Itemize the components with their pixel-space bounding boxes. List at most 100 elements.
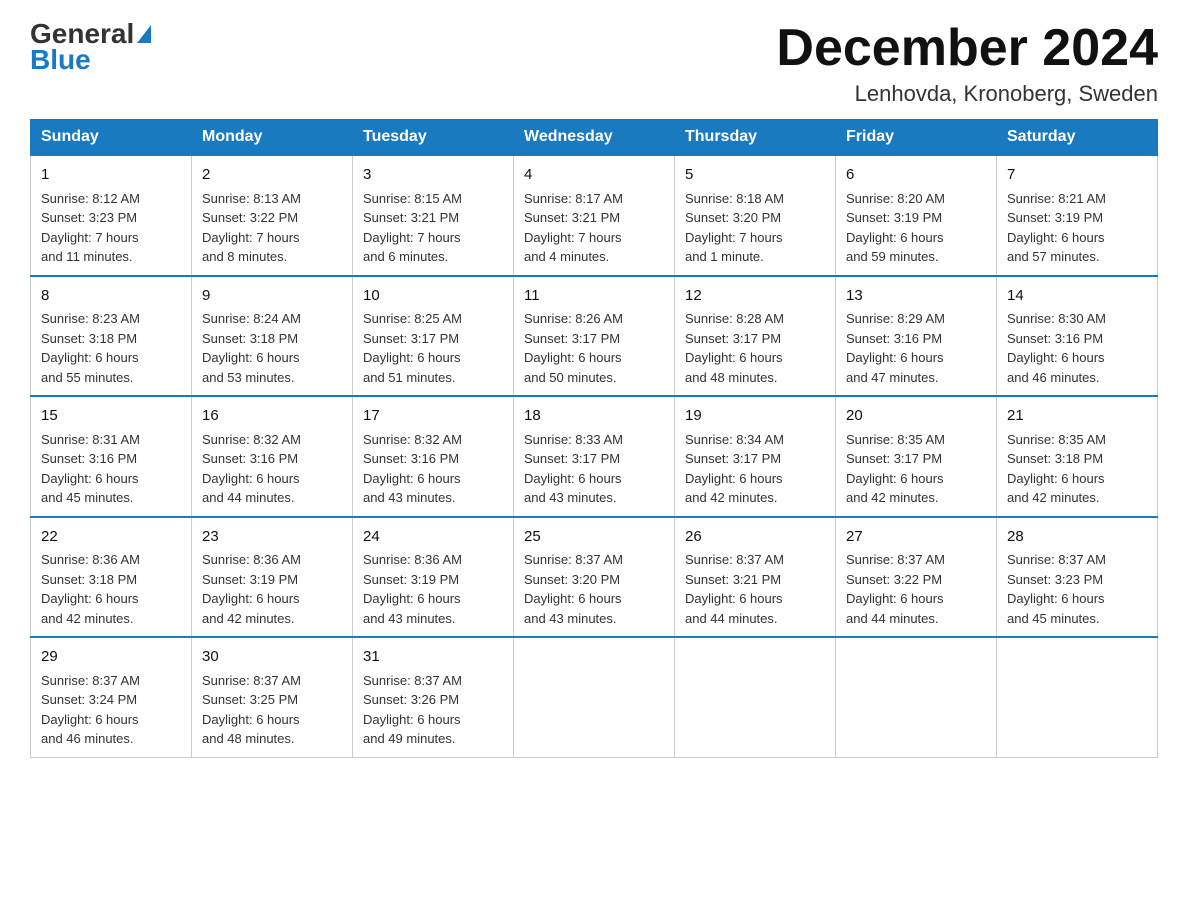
day-number: 2 (202, 164, 342, 187)
day-cell: 16 Sunrise: 8:32 AMSunset: 3:16 PMDaylig… (192, 396, 353, 517)
day-info: Sunrise: 8:33 AMSunset: 3:17 PMDaylight:… (524, 430, 664, 508)
day-number: 29 (41, 646, 181, 669)
day-info: Sunrise: 8:12 AMSunset: 3:23 PMDaylight:… (41, 189, 181, 267)
day-info: Sunrise: 8:32 AMSunset: 3:16 PMDaylight:… (363, 430, 503, 508)
day-cell: 14 Sunrise: 8:30 AMSunset: 3:16 PMDaylig… (997, 276, 1158, 397)
day-cell: 5 Sunrise: 8:18 AMSunset: 3:20 PMDayligh… (675, 155, 836, 276)
day-number: 26 (685, 526, 825, 549)
day-number: 22 (41, 526, 181, 549)
day-cell: 20 Sunrise: 8:35 AMSunset: 3:17 PMDaylig… (836, 396, 997, 517)
day-info: Sunrise: 8:28 AMSunset: 3:17 PMDaylight:… (685, 309, 825, 387)
day-info: Sunrise: 8:24 AMSunset: 3:18 PMDaylight:… (202, 309, 342, 387)
title-section: December 2024 Lenhovda, Kronoberg, Swede… (776, 20, 1158, 107)
header-thursday: Thursday (675, 120, 836, 156)
day-info: Sunrise: 8:15 AMSunset: 3:21 PMDaylight:… (363, 189, 503, 267)
day-number: 13 (846, 285, 986, 308)
day-cell: 27 Sunrise: 8:37 AMSunset: 3:22 PMDaylig… (836, 517, 997, 638)
day-number: 20 (846, 405, 986, 428)
day-info: Sunrise: 8:37 AMSunset: 3:26 PMDaylight:… (363, 671, 503, 749)
day-number: 16 (202, 405, 342, 428)
day-number: 4 (524, 164, 664, 187)
week-row-1: 1 Sunrise: 8:12 AMSunset: 3:23 PMDayligh… (31, 155, 1158, 276)
day-cell: 12 Sunrise: 8:28 AMSunset: 3:17 PMDaylig… (675, 276, 836, 397)
day-info: Sunrise: 8:36 AMSunset: 3:19 PMDaylight:… (202, 550, 342, 628)
day-info: Sunrise: 8:31 AMSunset: 3:16 PMDaylight:… (41, 430, 181, 508)
day-number: 28 (1007, 526, 1147, 549)
header-sunday: Sunday (31, 120, 192, 156)
day-number: 24 (363, 526, 503, 549)
week-row-4: 22 Sunrise: 8:36 AMSunset: 3:18 PMDaylig… (31, 517, 1158, 638)
day-cell: 1 Sunrise: 8:12 AMSunset: 3:23 PMDayligh… (31, 155, 192, 276)
day-cell: 11 Sunrise: 8:26 AMSunset: 3:17 PMDaylig… (514, 276, 675, 397)
day-number: 7 (1007, 164, 1147, 187)
day-cell: 26 Sunrise: 8:37 AMSunset: 3:21 PMDaylig… (675, 517, 836, 638)
day-info: Sunrise: 8:29 AMSunset: 3:16 PMDaylight:… (846, 309, 986, 387)
week-row-5: 29 Sunrise: 8:37 AMSunset: 3:24 PMDaylig… (31, 637, 1158, 757)
day-cell: 22 Sunrise: 8:36 AMSunset: 3:18 PMDaylig… (31, 517, 192, 638)
day-cell: 15 Sunrise: 8:31 AMSunset: 3:16 PMDaylig… (31, 396, 192, 517)
day-info: Sunrise: 8:37 AMSunset: 3:22 PMDaylight:… (846, 550, 986, 628)
day-cell: 25 Sunrise: 8:37 AMSunset: 3:20 PMDaylig… (514, 517, 675, 638)
day-info: Sunrise: 8:30 AMSunset: 3:16 PMDaylight:… (1007, 309, 1147, 387)
day-cell: 9 Sunrise: 8:24 AMSunset: 3:18 PMDayligh… (192, 276, 353, 397)
day-info: Sunrise: 8:37 AMSunset: 3:23 PMDaylight:… (1007, 550, 1147, 628)
day-number: 10 (363, 285, 503, 308)
day-info: Sunrise: 8:36 AMSunset: 3:19 PMDaylight:… (363, 550, 503, 628)
day-number: 23 (202, 526, 342, 549)
day-cell: 23 Sunrise: 8:36 AMSunset: 3:19 PMDaylig… (192, 517, 353, 638)
day-number: 3 (363, 164, 503, 187)
day-cell: 3 Sunrise: 8:15 AMSunset: 3:21 PMDayligh… (353, 155, 514, 276)
day-number: 15 (41, 405, 181, 428)
day-info: Sunrise: 8:32 AMSunset: 3:16 PMDaylight:… (202, 430, 342, 508)
day-cell: 8 Sunrise: 8:23 AMSunset: 3:18 PMDayligh… (31, 276, 192, 397)
day-info: Sunrise: 8:25 AMSunset: 3:17 PMDaylight:… (363, 309, 503, 387)
day-number: 8 (41, 285, 181, 308)
day-number: 9 (202, 285, 342, 308)
day-cell (997, 637, 1158, 757)
day-cell: 7 Sunrise: 8:21 AMSunset: 3:19 PMDayligh… (997, 155, 1158, 276)
day-info: Sunrise: 8:35 AMSunset: 3:17 PMDaylight:… (846, 430, 986, 508)
day-info: Sunrise: 8:34 AMSunset: 3:17 PMDaylight:… (685, 430, 825, 508)
day-cell: 19 Sunrise: 8:34 AMSunset: 3:17 PMDaylig… (675, 396, 836, 517)
logo-blue: Blue (30, 46, 91, 74)
calendar-table: Sunday Monday Tuesday Wednesday Thursday… (30, 119, 1158, 758)
week-row-2: 8 Sunrise: 8:23 AMSunset: 3:18 PMDayligh… (31, 276, 1158, 397)
header-row: Sunday Monday Tuesday Wednesday Thursday… (31, 120, 1158, 156)
logo-triangle-icon (137, 25, 151, 43)
page-header: General Blue December 2024 Lenhovda, Kro… (30, 20, 1158, 107)
day-cell: 31 Sunrise: 8:37 AMSunset: 3:26 PMDaylig… (353, 637, 514, 757)
day-cell: 29 Sunrise: 8:37 AMSunset: 3:24 PMDaylig… (31, 637, 192, 757)
day-cell: 30 Sunrise: 8:37 AMSunset: 3:25 PMDaylig… (192, 637, 353, 757)
day-cell (836, 637, 997, 757)
day-info: Sunrise: 8:36 AMSunset: 3:18 PMDaylight:… (41, 550, 181, 628)
day-cell: 6 Sunrise: 8:20 AMSunset: 3:19 PMDayligh… (836, 155, 997, 276)
day-info: Sunrise: 8:37 AMSunset: 3:20 PMDaylight:… (524, 550, 664, 628)
day-cell: 28 Sunrise: 8:37 AMSunset: 3:23 PMDaylig… (997, 517, 1158, 638)
calendar-header: Sunday Monday Tuesday Wednesday Thursday… (31, 120, 1158, 156)
header-friday: Friday (836, 120, 997, 156)
day-number: 14 (1007, 285, 1147, 308)
day-cell: 17 Sunrise: 8:32 AMSunset: 3:16 PMDaylig… (353, 396, 514, 517)
day-info: Sunrise: 8:37 AMSunset: 3:25 PMDaylight:… (202, 671, 342, 749)
day-cell: 10 Sunrise: 8:25 AMSunset: 3:17 PMDaylig… (353, 276, 514, 397)
header-tuesday: Tuesday (353, 120, 514, 156)
day-info: Sunrise: 8:21 AMSunset: 3:19 PMDaylight:… (1007, 189, 1147, 267)
day-number: 5 (685, 164, 825, 187)
day-number: 6 (846, 164, 986, 187)
day-number: 21 (1007, 405, 1147, 428)
day-number: 18 (524, 405, 664, 428)
day-number: 19 (685, 405, 825, 428)
day-info: Sunrise: 8:13 AMSunset: 3:22 PMDaylight:… (202, 189, 342, 267)
day-info: Sunrise: 8:26 AMSunset: 3:17 PMDaylight:… (524, 309, 664, 387)
day-info: Sunrise: 8:37 AMSunset: 3:24 PMDaylight:… (41, 671, 181, 749)
header-monday: Monday (192, 120, 353, 156)
day-cell: 13 Sunrise: 8:29 AMSunset: 3:16 PMDaylig… (836, 276, 997, 397)
day-info: Sunrise: 8:17 AMSunset: 3:21 PMDaylight:… (524, 189, 664, 267)
day-number: 12 (685, 285, 825, 308)
header-wednesday: Wednesday (514, 120, 675, 156)
day-number: 1 (41, 164, 181, 187)
calendar-body: 1 Sunrise: 8:12 AMSunset: 3:23 PMDayligh… (31, 155, 1158, 757)
day-info: Sunrise: 8:23 AMSunset: 3:18 PMDaylight:… (41, 309, 181, 387)
header-saturday: Saturday (997, 120, 1158, 156)
week-row-3: 15 Sunrise: 8:31 AMSunset: 3:16 PMDaylig… (31, 396, 1158, 517)
